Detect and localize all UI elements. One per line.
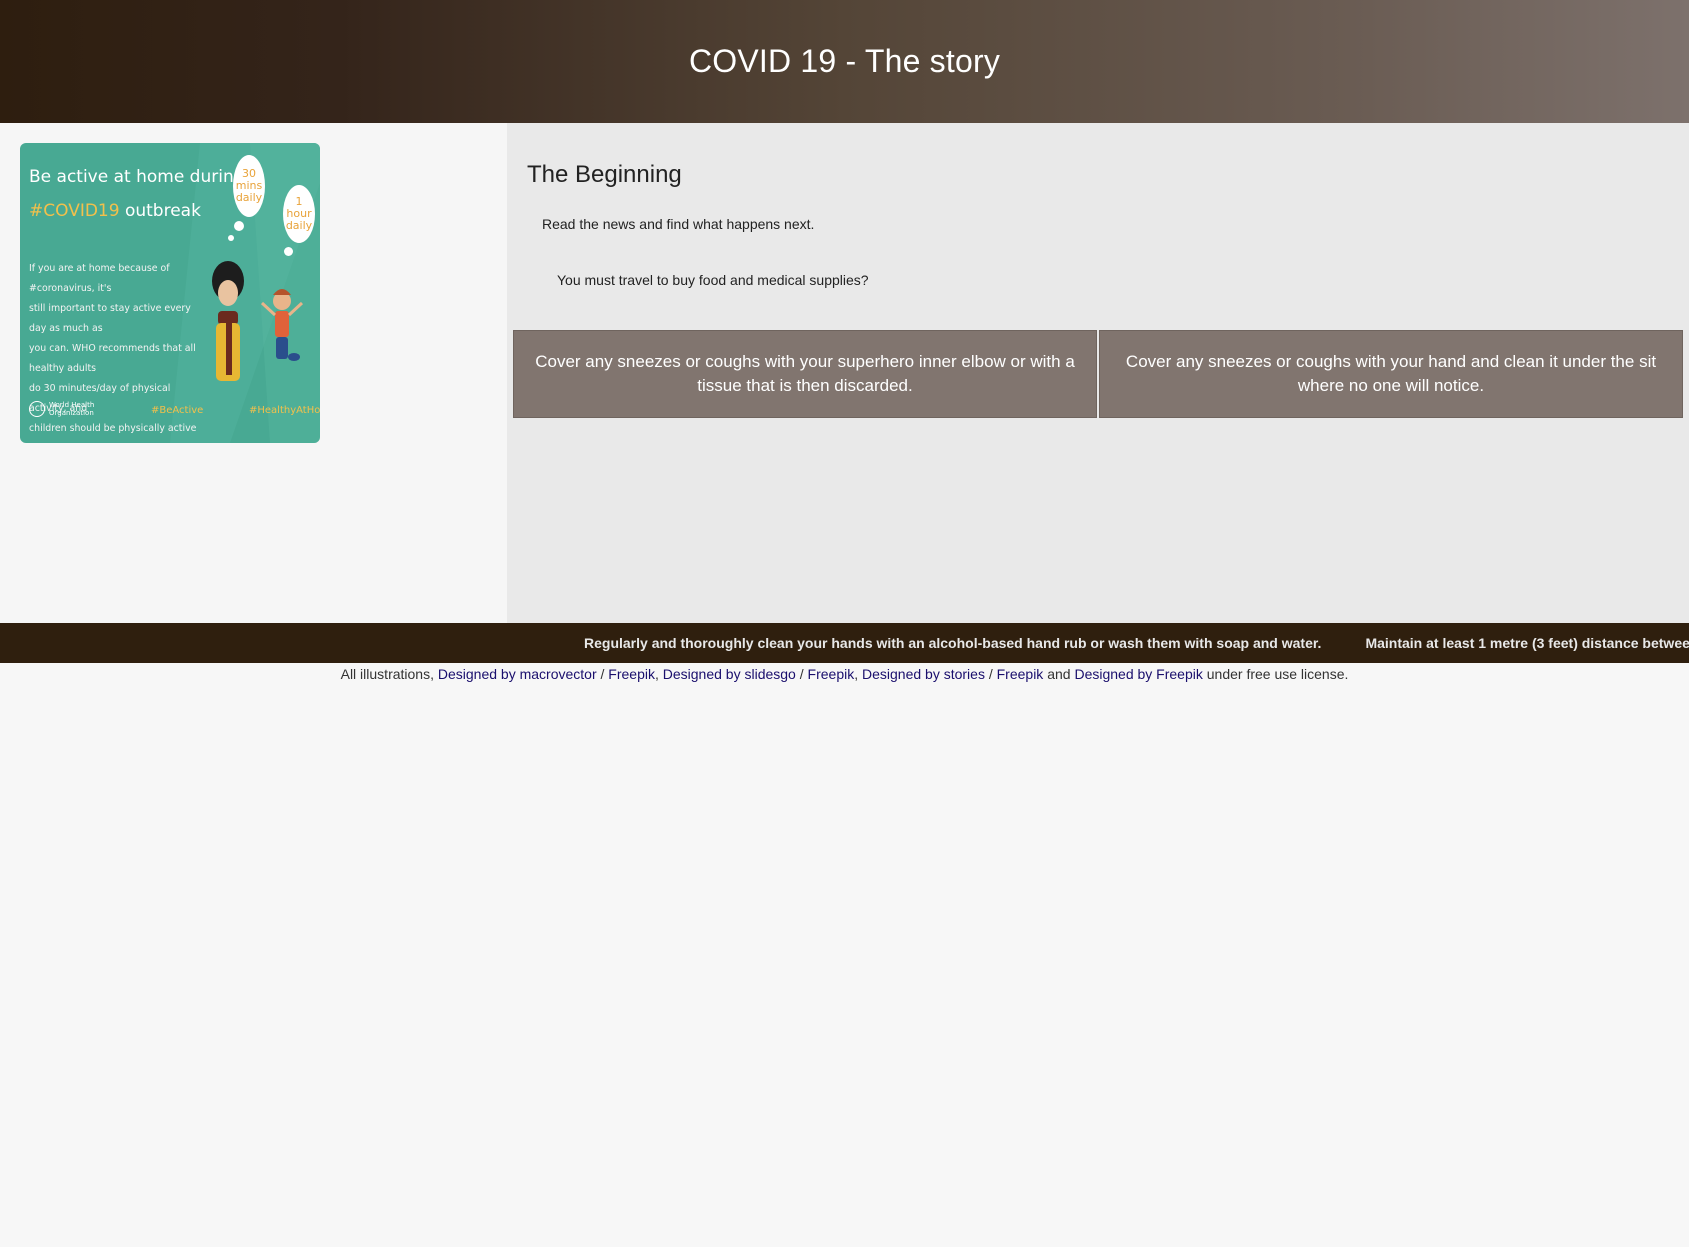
thought-bubble-30-mins: 30 mins daily [233, 155, 265, 217]
credit-link-freepik[interactable]: Freepik [808, 666, 855, 682]
who-logo: World Health Organization [29, 401, 95, 417]
bubble-dot [228, 235, 234, 241]
credit-link-designed-by-freepik[interactable]: Designed by Freepik [1074, 666, 1202, 682]
page-header: COVID 19 - The story [0, 0, 1689, 123]
credit-link-freepik[interactable]: Freepik [608, 666, 655, 682]
news-ticker: Regularly and thoroughly clean your hand… [0, 623, 1689, 663]
who-poster-image: Be active at home during #COVID19 outbre… [20, 143, 320, 443]
who-emblem-icon [29, 401, 45, 417]
thought-bubble-1-hour: 1 hour daily [283, 185, 315, 243]
ticker-message: Regularly and thoroughly clean your hand… [584, 635, 1322, 651]
woman-and-child-illustration [212, 261, 304, 381]
credit-link-stories[interactable]: Designed by stories [862, 666, 985, 682]
poster-hashtag-healthyathome: #HealthyAtHome [249, 405, 320, 416]
story-question: You must travel to buy food and medical … [557, 272, 869, 288]
ticker-message: Maintain at least 1 metre (3 feet) dista… [1365, 635, 1689, 651]
choice-buttons: Cover any sneezes or coughs with your su… [513, 330, 1683, 418]
credit-link-freepik[interactable]: Freepik [997, 666, 1044, 682]
credit-link-slidesgo[interactable]: Designed by slidesgo [663, 666, 796, 682]
content-area: Be active at home during #COVID19 outbre… [0, 123, 1689, 623]
poster-hashtag-beactive: #BeActive [151, 405, 204, 416]
choice-button-elbow[interactable]: Cover any sneezes or coughs with your su… [513, 330, 1097, 418]
sidebar: Be active at home during #COVID19 outbre… [0, 123, 507, 623]
choice-button-hand[interactable]: Cover any sneezes or coughs with your ha… [1099, 330, 1683, 418]
poster-headline: Be active at home during [29, 167, 245, 187]
credits-footer: All illustrations, Designed by macrovect… [340, 666, 1349, 682]
story-panel: The Beginning Read the news and find wha… [507, 123, 1689, 623]
news-instruction: Read the news and find what happens next… [542, 216, 815, 232]
story-heading: The Beginning [527, 161, 682, 188]
poster-subheadline: #COVID19 outbreak [29, 201, 201, 221]
credit-link-macrovector[interactable]: Designed by macrovector [438, 666, 597, 682]
page-title: COVID 19 - The story [688, 43, 1001, 79]
bubble-dot [234, 221, 244, 231]
